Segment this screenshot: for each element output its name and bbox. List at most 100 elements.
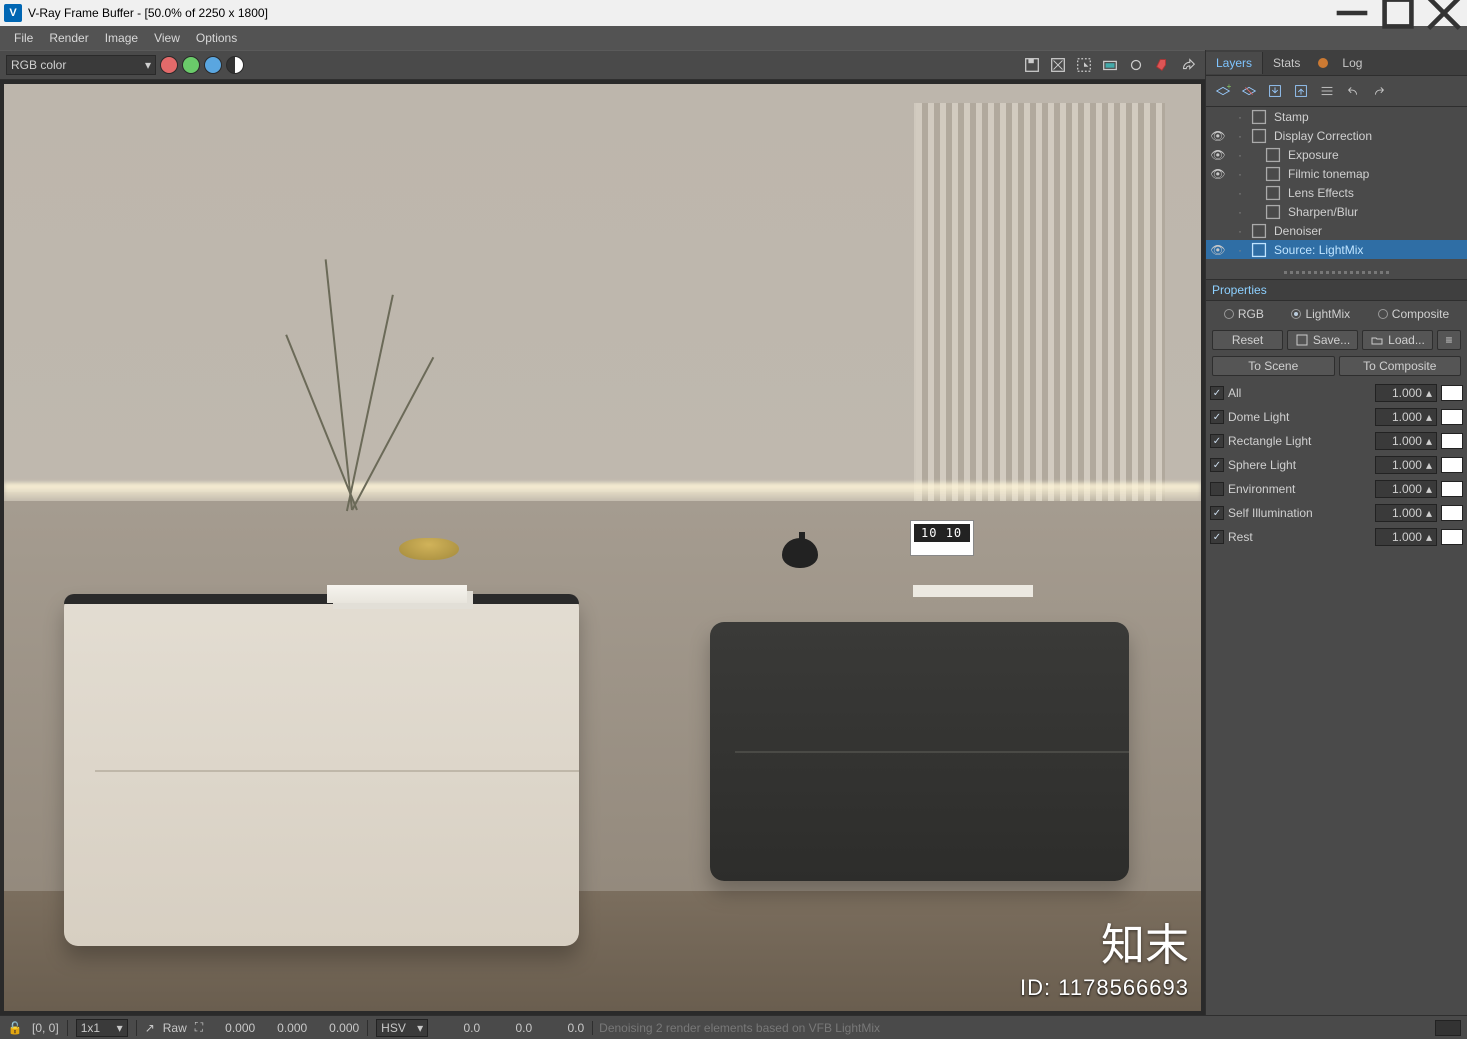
lock-icon[interactable]: 🔓 [6,1021,24,1035]
layer-list: ·Stamp👁·Display Correction👁·Exposure👁·Fi… [1206,107,1467,259]
tab-stats[interactable]: Stats [1263,52,1310,74]
hsv-v: 0.0 [540,1021,584,1035]
layer-options-icon[interactable]: · [1230,110,1250,124]
red-channel-button[interactable] [160,56,178,74]
undo-icon[interactable] [1342,80,1364,102]
layer-row[interactable]: ·Stamp [1206,107,1467,126]
light-color-swatch[interactable] [1441,529,1463,545]
menu-render[interactable]: Render [41,28,96,48]
layer-options-icon[interactable]: · [1230,205,1250,219]
maximize-button[interactable] [1375,0,1421,26]
light-color-swatch[interactable] [1441,385,1463,401]
to-composite-button[interactable]: To Composite [1339,356,1462,376]
spinner-icon[interactable]: ▴ [1426,458,1432,472]
layer-options-icon[interactable]: · [1230,167,1250,181]
colorspace-dropdown[interactable]: HSV▾ [376,1019,428,1037]
spinner-icon[interactable]: ▴ [1426,506,1432,520]
load-preset-icon[interactable] [1290,80,1312,102]
layer-options-icon[interactable]: · [1230,186,1250,200]
layer-row[interactable]: 👁·Source: LightMix [1206,240,1467,259]
layer-row[interactable]: 👁·Exposure [1206,145,1467,164]
menu-file[interactable]: File [6,28,41,48]
layer-row[interactable]: 👁· Filmic tonemap [1206,164,1467,183]
light-color-swatch[interactable] [1441,433,1463,449]
visibility-toggle-icon[interactable]: 👁 [1206,243,1230,257]
visibility-toggle-icon[interactable]: 👁 [1206,167,1230,181]
light-enable-checkbox[interactable]: ✓ [1210,434,1224,448]
save-preset-button[interactable]: Save... [1287,330,1358,350]
spinner-icon[interactable]: ▴ [1426,410,1432,424]
raw-g: 0.000 [263,1021,307,1035]
redo-icon[interactable] [1368,80,1390,102]
light-enable-checkbox[interactable]: ✓ [1210,506,1224,520]
spinner-icon[interactable]: ▴ [1426,386,1432,400]
link-pdplayer-icon[interactable] [1125,54,1147,76]
mode-rgb[interactable]: RGB [1224,307,1264,321]
light-multiplier-input[interactable]: 1.000 ▴ [1375,384,1437,402]
light-color-swatch[interactable] [1441,457,1463,473]
region-render-icon[interactable] [1073,54,1095,76]
visibility-toggle-icon[interactable]: 👁 [1206,148,1230,162]
tab-layers[interactable]: Layers [1206,52,1263,74]
delete-layer-icon[interactable] [1238,80,1260,102]
light-enable-checkbox[interactable]: ✓ [1210,458,1224,472]
to-scene-button[interactable]: To Scene [1212,356,1335,376]
close-button[interactable] [1421,0,1467,26]
light-multiplier-input[interactable]: 1.000 ▴ [1375,456,1437,474]
layer-type-icon [1264,167,1282,181]
light-multiplier-input[interactable]: 1.000 ▴ [1375,528,1437,546]
light-multiplier-input[interactable]: 1.000 ▴ [1375,504,1437,522]
spinner-icon[interactable]: ▴ [1426,434,1432,448]
layer-options-icon[interactable]: · [1230,243,1250,257]
light-enable-checkbox[interactable]: ✓ [1210,386,1224,400]
tab-log[interactable]: Log [1332,52,1372,74]
clear-image-icon[interactable] [1047,54,1069,76]
menu-options[interactable]: Options [188,28,245,48]
menu-image[interactable]: Image [97,28,146,48]
layer-options-icon[interactable]: · [1230,148,1250,162]
reset-button[interactable]: Reset [1212,330,1283,350]
layer-row[interactable]: ·Lens Effects [1206,183,1467,202]
channel-dropdown[interactable]: RGB color ▾ [6,55,156,75]
add-layer-icon[interactable]: + [1212,80,1234,102]
light-multiplier-input[interactable]: 1.000 ▴ [1375,480,1437,498]
layer-row[interactable]: ·Sharpen/Blur [1206,202,1467,221]
mode-composite[interactable]: Composite [1378,307,1449,321]
options-menu-button[interactable]: ≡ [1437,330,1461,350]
layer-row[interactable]: 👁·Display Correction [1206,126,1467,145]
layer-label: Filmic tonemap [1288,167,1369,181]
mode-lightmix[interactable]: LightMix [1291,307,1350,321]
layer-row[interactable]: ·Denoiser [1206,221,1467,240]
layer-options-icon[interactable]: · [1230,129,1250,143]
panel-divider[interactable] [1206,267,1467,277]
light-enable-checkbox[interactable] [1210,482,1224,496]
hsv-s: 0.0 [488,1021,532,1035]
eyedropper-icon[interactable]: ↗ [145,1021,155,1035]
mono-channel-button[interactable] [226,56,244,74]
visibility-toggle-icon[interactable]: 👁 [1206,129,1230,143]
light-multiplier-input[interactable]: 1.000 ▴ [1375,408,1437,426]
expand-icon[interactable]: ⛶ [195,1020,203,1035]
blue-channel-button[interactable] [204,56,222,74]
green-channel-button[interactable] [182,56,200,74]
save-icon[interactable] [1021,54,1043,76]
spinner-icon[interactable]: ▴ [1426,530,1432,544]
menu-view[interactable]: View [146,28,188,48]
track-mouse-icon[interactable] [1099,54,1121,76]
stop-render-icon[interactable] [1151,54,1173,76]
light-enable-checkbox[interactable]: ✓ [1210,410,1224,424]
save-preset-icon[interactable] [1264,80,1286,102]
light-color-swatch[interactable] [1441,481,1463,497]
spinner-icon[interactable]: ▴ [1426,482,1432,496]
render-last-icon[interactable] [1177,54,1199,76]
light-color-swatch[interactable] [1441,505,1463,521]
light-enable-checkbox[interactable]: ✓ [1210,530,1224,544]
light-color-swatch[interactable] [1441,409,1463,425]
load-preset-button[interactable]: Load... [1362,330,1433,350]
minimize-button[interactable] [1329,0,1375,26]
settings-list-icon[interactable] [1316,80,1338,102]
render-viewport[interactable]: 知末 ID: 1178566693 [0,80,1205,1015]
light-multiplier-input[interactable]: 1.000 ▴ [1375,432,1437,450]
layer-options-icon[interactable]: · [1230,224,1250,238]
zoom-dropdown[interactable]: 1x1▾ [76,1019,128,1037]
